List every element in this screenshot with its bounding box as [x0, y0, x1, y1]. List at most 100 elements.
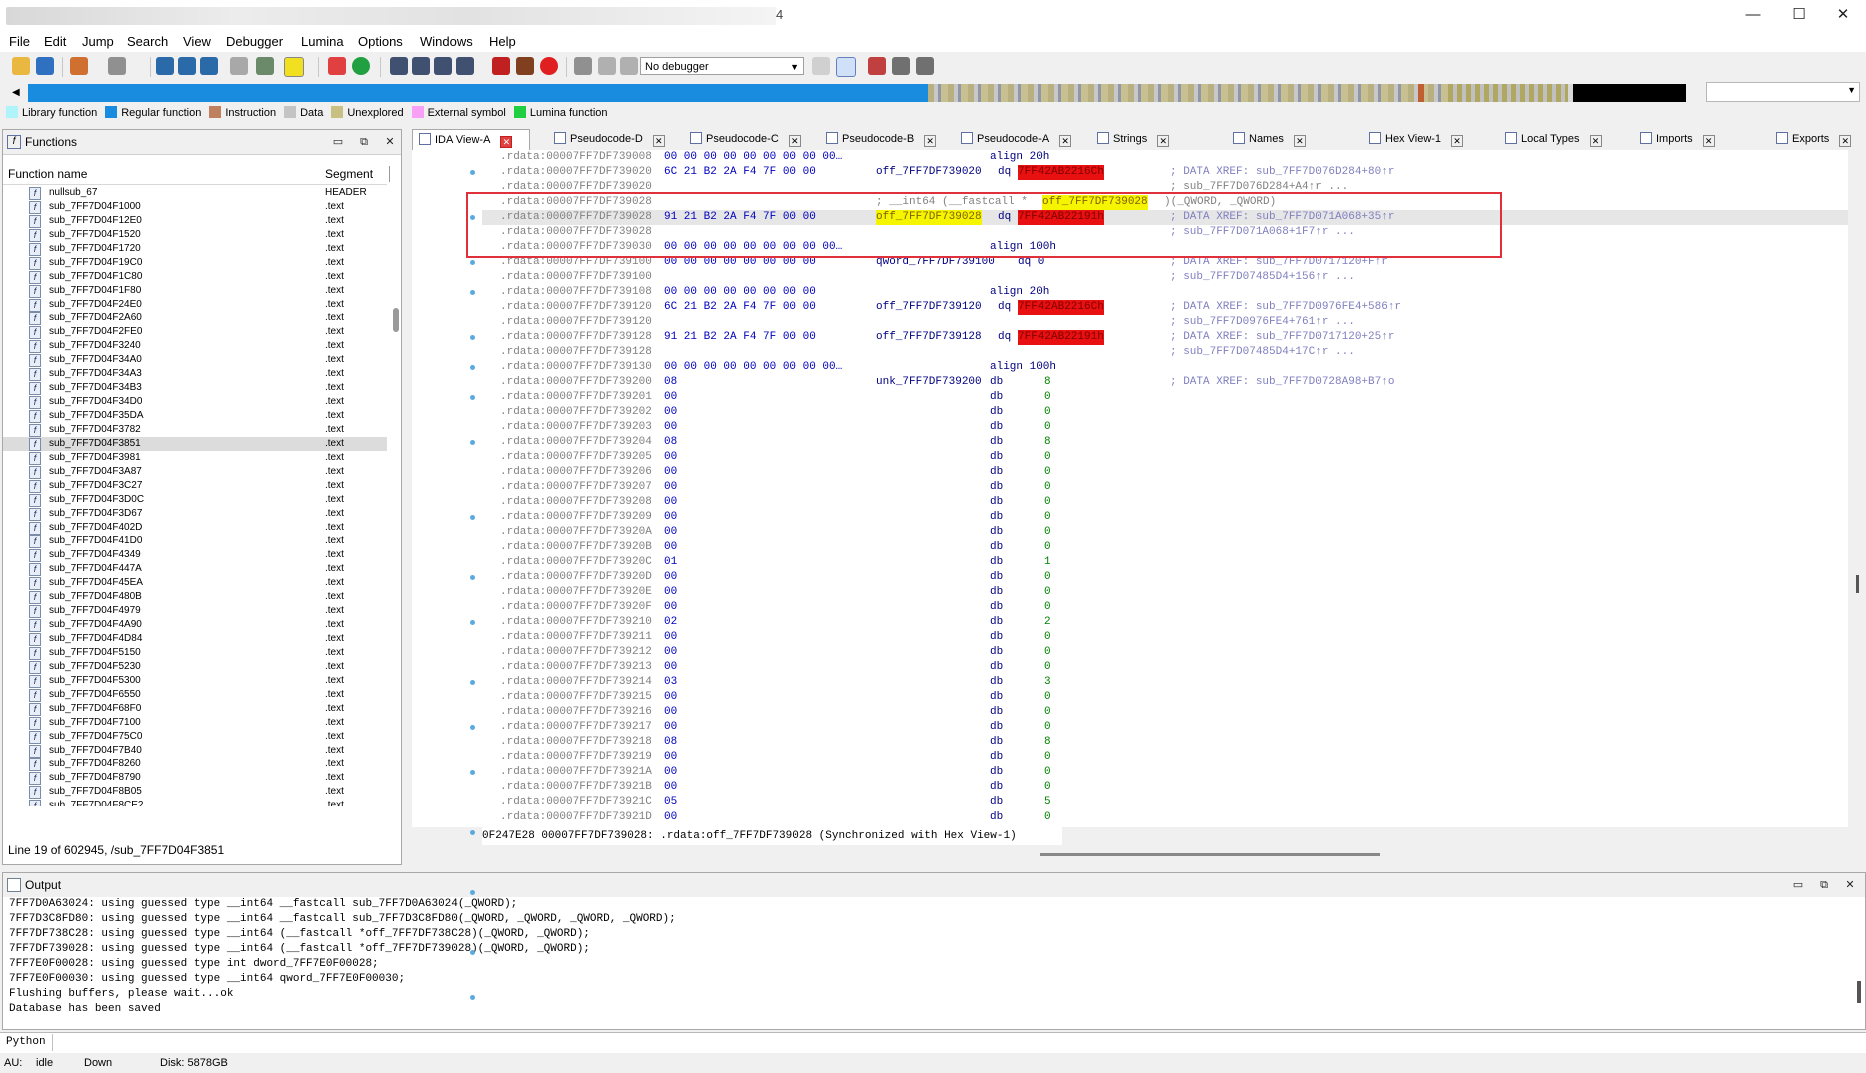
- list2-icon[interactable]: [916, 57, 934, 75]
- enum-icon[interactable]: [434, 57, 452, 75]
- tab-close-icon[interactable]: ✕: [924, 135, 937, 147]
- hex-icon[interactable]: [390, 57, 408, 75]
- output-close-icon[interactable]: ✕: [1843, 878, 1857, 892]
- ida-view-hscroll[interactable]: [1040, 853, 1380, 856]
- minimize-button[interactable]: —: [1730, 0, 1776, 30]
- disasm-line[interactable]: .rdata:00007FF7DF739120 ; sub_7FF7D0976FE…: [482, 315, 1848, 330]
- breakpoint-icon[interactable]: [492, 57, 510, 75]
- output-scrollbar[interactable]: [1857, 981, 1861, 1003]
- jump-icon[interactable]: [230, 57, 248, 75]
- tab-local-types[interactable]: Local Types ✕: [1499, 129, 1631, 149]
- tab-close-icon[interactable]: ✕: [1589, 135, 1602, 147]
- function-row[interactable]: f sub_7FF7D04F24E0 .text: [3, 298, 387, 312]
- tab-pseudocode-b[interactable]: Pseudocode-B ✕: [820, 129, 952, 149]
- function-row[interactable]: f sub_7FF7D04F2FE0 .text: [3, 325, 387, 340]
- function-row[interactable]: f sub_7FF7D04F2A60 .text: [3, 311, 387, 326]
- debugger-select[interactable]: No debugger ▼: [640, 57, 804, 75]
- function-row[interactable]: f sub_7FF7D04F5150 .text: [3, 646, 387, 660]
- disasm-line[interactable]: .rdata:00007FF7DF739207 00 db 0: [482, 480, 1848, 495]
- tab-imports[interactable]: Imports ✕: [1634, 129, 1766, 149]
- disasm-line[interactable]: .rdata:00007FF7DF739200 08 unk_7FF7DF73920…: [482, 375, 1848, 390]
- names-icon[interactable]: [178, 57, 196, 75]
- function-row[interactable]: f sub_7FF7D04F1C80 .text: [3, 270, 387, 284]
- function-row[interactable]: f sub_7FF7D04F8B05 .text: [3, 785, 387, 800]
- disasm-line[interactable]: .rdata:00007FF7DF73921B 00 db 0: [482, 780, 1848, 795]
- function-row[interactable]: f sub_7FF7D04F1720 .text: [3, 242, 387, 256]
- pause-icon[interactable]: [598, 57, 616, 75]
- function-row[interactable]: f sub_7FF7D04F75C0 .text: [3, 730, 387, 744]
- tab-exports[interactable]: Exports ✕: [1770, 129, 1866, 149]
- disasm-line[interactable]: .rdata:00007FF7DF73921A 00 db 0: [482, 765, 1848, 780]
- function-row[interactable]: f nullsub_67 HEADER: [3, 186, 387, 200]
- disasm-line[interactable]: .rdata:00007FF7DF739215 00 db 0: [482, 690, 1848, 705]
- disasm-line[interactable]: .rdata:00007FF7DF739128 ; sub_7FF7D07485D…: [482, 345, 1848, 360]
- function-row[interactable]: f sub_7FF7D04F5300 .text: [3, 674, 387, 688]
- tab-names[interactable]: Names ✕: [1227, 129, 1359, 149]
- function-row[interactable]: f sub_7FF7D04F41D0 .text: [3, 534, 387, 549]
- nav-combo[interactable]: ▼: [1706, 82, 1860, 102]
- tab-close-icon[interactable]: ✕: [1157, 135, 1170, 147]
- list-icon[interactable]: [892, 57, 910, 75]
- function-row[interactable]: f sub_7FF7D04F3782 .text: [3, 423, 387, 437]
- tab-close-icon[interactable]: ✕: [1839, 135, 1852, 147]
- disasm-line[interactable]: .rdata:00007FF7DF73920C 01 db 1: [482, 555, 1848, 570]
- function-row[interactable]: f sub_7FF7D04F35DA .text: [3, 409, 387, 423]
- menu-jump[interactable]: Jump: [82, 34, 114, 49]
- disasm-line[interactable]: .rdata:00007FF7DF73921D 00 db 0: [482, 810, 1848, 825]
- disasm-line[interactable]: .rdata:00007FF7DF739210 02 db 2: [482, 615, 1848, 630]
- function-row[interactable]: f sub_7FF7D04F68F0 .text: [3, 702, 387, 716]
- disasm-line[interactable]: .rdata:00007FF7DF73920B 00 db 0: [482, 540, 1848, 555]
- tab-hex-view-1[interactable]: Hex View-1 ✕: [1363, 129, 1495, 149]
- function-row[interactable]: f sub_7FF7D04F1520 .text: [3, 228, 387, 242]
- save-icon[interactable]: [36, 57, 54, 75]
- run-icon[interactable]: [352, 57, 370, 75]
- layout-icon[interactable]: [868, 57, 886, 75]
- c-active-icon[interactable]: [836, 57, 856, 77]
- function-row[interactable]: f sub_7FF7D04F3A87 .text: [3, 465, 387, 479]
- col-function-name[interactable]: Function name: [8, 167, 87, 181]
- tab-close-icon[interactable]: ✕: [788, 135, 801, 147]
- function-row[interactable]: f sub_7FF7D04F3240 .text: [3, 339, 387, 354]
- python-input[interactable]: [52, 1034, 1861, 1051]
- panel-float-icon[interactable]: ⧉: [357, 135, 371, 149]
- function-row[interactable]: f sub_7FF7D04F8790 .text: [3, 771, 387, 786]
- tab-pseudocode-a[interactable]: Pseudocode-A ✕: [955, 129, 1087, 149]
- nav-left-arrow-icon[interactable]: ◀: [12, 84, 22, 102]
- function-row[interactable]: f sub_7FF7D04F7B40 .text: [3, 744, 387, 758]
- stop-icon[interactable]: [620, 57, 638, 75]
- tab-close-icon[interactable]: ✕: [500, 136, 513, 148]
- function-row[interactable]: f sub_7FF7D04F8CE2 .text: [3, 799, 387, 806]
- function-row[interactable]: f sub_7FF7D04F3D67 .text: [3, 507, 387, 521]
- function-row[interactable]: f sub_7FF7D04F4349 .text: [3, 548, 387, 563]
- disasm-line[interactable]: .rdata:00007FF7DF739203 00 db 0: [482, 420, 1848, 435]
- function-row[interactable]: f sub_7FF7D04F3C27 .text: [3, 479, 387, 493]
- disasm-line[interactable]: .rdata:00007FF7DF73920E 00 db 0: [482, 585, 1848, 600]
- back-icon[interactable]: [70, 57, 88, 75]
- function-row[interactable]: f sub_7FF7D04F3851 .text: [3, 436, 387, 451]
- menu-debugger[interactable]: Debugger: [226, 34, 283, 49]
- disasm-line[interactable]: .rdata:00007FF7DF739205 00 db 0: [482, 450, 1848, 465]
- function-row[interactable]: f sub_7FF7D04F447A .text: [3, 562, 387, 577]
- disasm-line[interactable]: .rdata:00007FF7DF739100 ; sub_7FF7D07485D…: [482, 270, 1848, 285]
- function-row[interactable]: f sub_7FF7D04F34A3 .text: [3, 367, 387, 382]
- disasm-line[interactable]: .rdata:00007FF7DF739214 03 db 3: [482, 675, 1848, 690]
- flag-icon[interactable]: [328, 57, 346, 75]
- disasm-line[interactable]: .rdata:00007FF7DF739130 00 00 00 00 00 00…: [482, 360, 1848, 375]
- function-row[interactable]: f sub_7FF7D04F34A0 .text: [3, 353, 387, 368]
- function-row[interactable]: f sub_7FF7D04F3D0C .text: [3, 493, 387, 507]
- disasm-line[interactable]: .rdata:00007FF7DF739218 08 db 8: [482, 735, 1848, 750]
- graph-icon[interactable]: [456, 57, 474, 75]
- disasm-line[interactable]: .rdata:00007FF7DF739020 6C 21 B2 2A F4 7F…: [482, 165, 1848, 180]
- menu-file[interactable]: File: [9, 34, 30, 49]
- c-icon[interactable]: [812, 57, 830, 75]
- menu-view[interactable]: View: [183, 34, 211, 49]
- navigation-band[interactable]: [28, 84, 1686, 102]
- function-row[interactable]: f sub_7FF7D04F8260 .text: [3, 757, 387, 772]
- trace-icon[interactable]: [516, 57, 534, 75]
- function-row[interactable]: f sub_7FF7D04F34B3 .text: [3, 381, 387, 396]
- disasm-line[interactable]: .rdata:00007FF7DF739204 08 db 8: [482, 435, 1848, 450]
- function-row[interactable]: f sub_7FF7D04F12E0 .text: [3, 214, 387, 228]
- disasm-line[interactable]: .rdata:00007FF7DF73920D 00 db 0: [482, 570, 1848, 585]
- disasm-line[interactable]: .rdata:00007FF7DF739219 00 db 0: [482, 750, 1848, 765]
- panel-close-icon[interactable]: ✕: [383, 135, 397, 149]
